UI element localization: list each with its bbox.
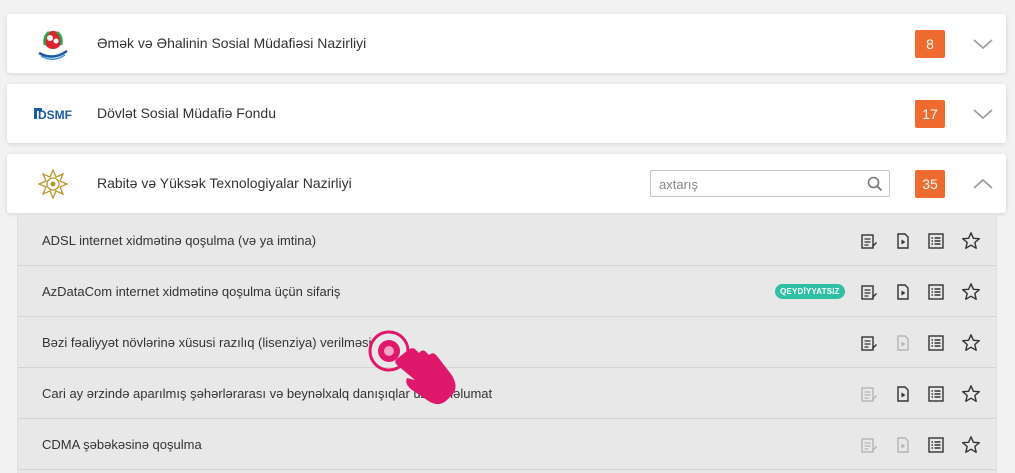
star-icon[interactable] bbox=[961, 282, 981, 302]
video-play-icon[interactable] bbox=[893, 282, 913, 302]
form-edit-icon[interactable] bbox=[859, 333, 879, 353]
service-title[interactable]: AzDataCom internet xidmətinə qoşulma üçü… bbox=[42, 266, 340, 317]
star-icon[interactable] bbox=[961, 435, 981, 455]
list-icon[interactable] bbox=[926, 333, 946, 353]
list-icon[interactable] bbox=[926, 231, 946, 251]
service-count-badge: 17 bbox=[915, 100, 945, 128]
form-edit-icon[interactable] bbox=[859, 231, 879, 251]
star-icon[interactable] bbox=[961, 333, 981, 353]
search-icon[interactable] bbox=[867, 176, 883, 192]
star-icon[interactable] bbox=[961, 384, 981, 404]
service-row[interactable]: Bəzi fəaliyyət növlərinə xüsusi razılıq … bbox=[18, 317, 996, 368]
video-play-icon[interactable] bbox=[893, 231, 913, 251]
service-count-badge: 35 bbox=[915, 170, 945, 198]
ministry-labour-logo bbox=[33, 26, 73, 61]
star-icon[interactable] bbox=[961, 231, 981, 251]
org-row-dsmf[interactable]: DSMF Dövlət Sosial Müdafiə Fondu 17 bbox=[7, 84, 1006, 143]
chevron-up-icon[interactable] bbox=[972, 174, 994, 194]
list-icon[interactable] bbox=[926, 435, 946, 455]
dsmf-logo-text: DSMF bbox=[38, 108, 72, 122]
form-edit-icon bbox=[859, 384, 879, 404]
search-input[interactable] bbox=[657, 171, 861, 198]
service-title[interactable]: Cari ay ərzində aparılmış şəhərlərarası … bbox=[42, 368, 492, 419]
service-row[interactable]: ADSL internet xidmətinə qoşulma (və ya i… bbox=[18, 215, 996, 266]
service-title[interactable]: CDMA şəbəkəsinə qoşulma bbox=[42, 419, 202, 470]
service-title[interactable]: Bəzi fəaliyyət növlərinə xüsusi razılıq … bbox=[42, 317, 371, 368]
service-search-box bbox=[650, 170, 890, 198]
org-row-rabite[interactable]: Rabitə və Yüksək Texnologiyalar Nazirliy… bbox=[7, 154, 1006, 213]
service-list: ADSL internet xidmətinə qoşulma (və ya i… bbox=[17, 215, 997, 473]
no-registration-badge: QEYDİYYATSIZ bbox=[775, 284, 845, 299]
org-row-emek[interactable]: Əmək və Əhalinin Sosial Müdafiəsi Nazirl… bbox=[7, 14, 1006, 73]
org-title: Əmək və Əhalinin Sosial Müdafiəsi Nazirl… bbox=[97, 35, 367, 51]
form-edit-icon[interactable] bbox=[859, 282, 879, 302]
org-title: Dövlət Sosial Müdafiə Fondu bbox=[97, 105, 276, 121]
dsmf-logo: DSMF bbox=[33, 96, 73, 131]
chevron-down-icon[interactable] bbox=[972, 34, 994, 54]
list-icon[interactable] bbox=[926, 384, 946, 404]
service-row[interactable]: Cari ay ərzində aparılmış şəhərlərarası … bbox=[18, 368, 996, 419]
video-play-icon[interactable] bbox=[893, 384, 913, 404]
video-play-icon bbox=[893, 435, 913, 455]
org-title: Rabitə və Yüksək Texnologiyalar Nazirliy… bbox=[97, 175, 352, 191]
list-icon[interactable] bbox=[926, 282, 946, 302]
service-count-badge: 8 bbox=[915, 30, 945, 58]
service-title[interactable]: ADSL internet xidmətinə qoşulma (və ya i… bbox=[42, 215, 316, 266]
chevron-down-icon[interactable] bbox=[972, 104, 994, 124]
service-row[interactable]: AzDataCom internet xidmətinə qoşulma üçü… bbox=[18, 266, 996, 317]
ministry-communications-emblem bbox=[33, 166, 73, 201]
service-row[interactable]: CDMA şəbəkəsinə qoşulma bbox=[18, 419, 996, 470]
form-edit-icon bbox=[859, 435, 879, 455]
video-play-icon bbox=[893, 333, 913, 353]
